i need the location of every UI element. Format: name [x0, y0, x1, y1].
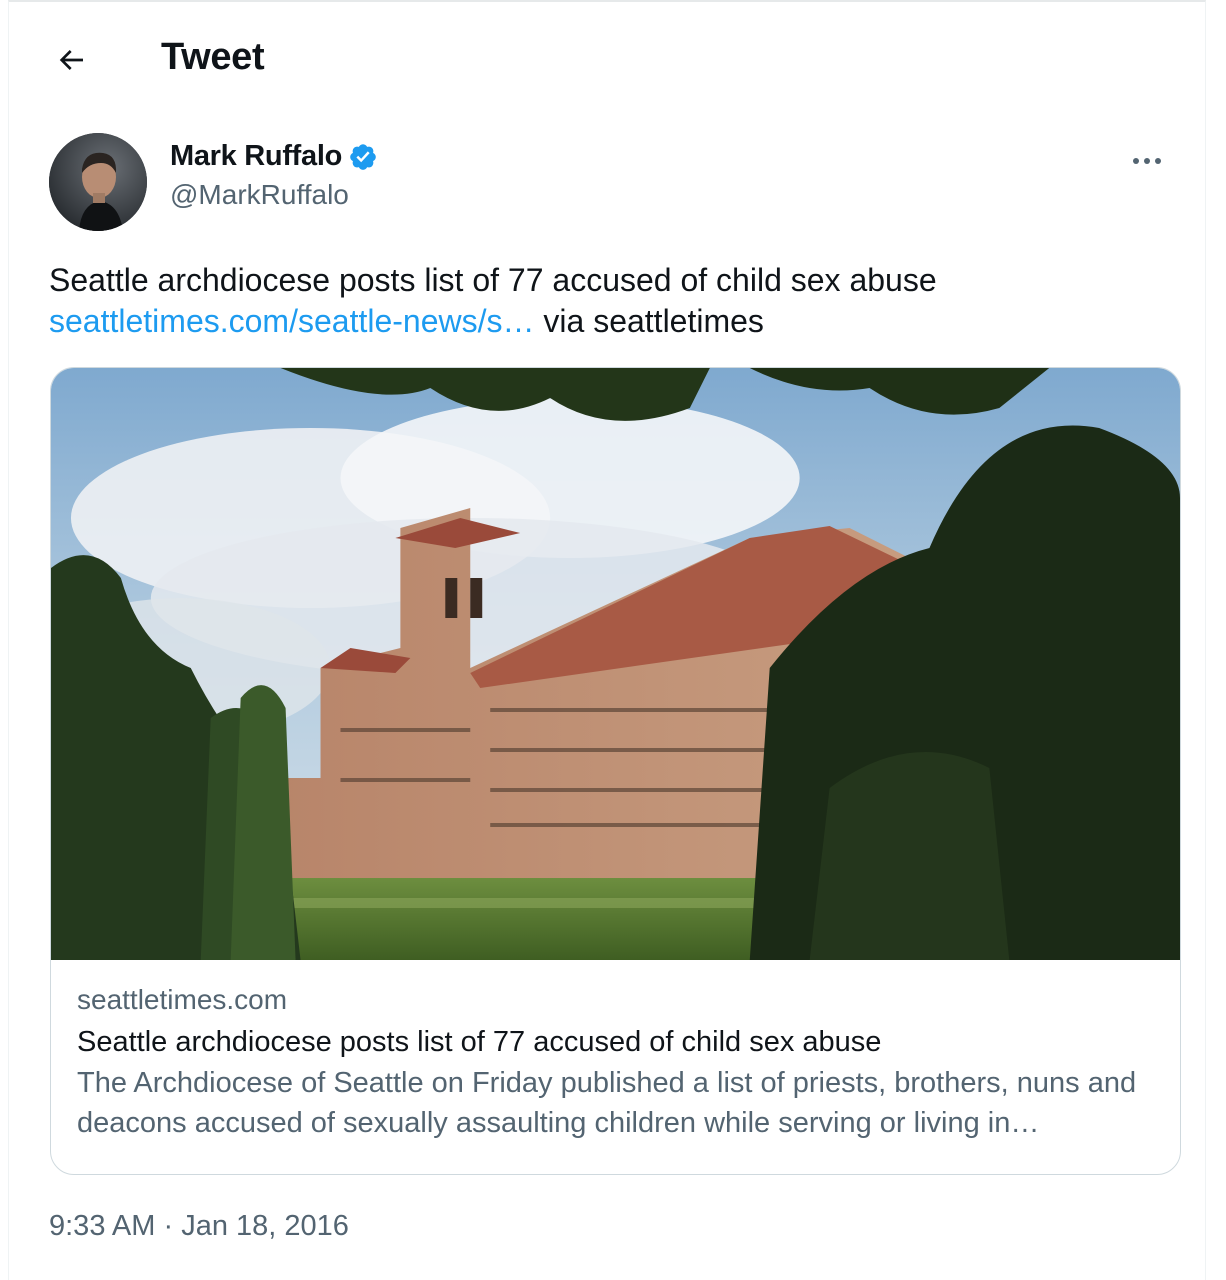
- avatar-image: [49, 133, 147, 231]
- tweet-via-text: via seattletimes: [534, 303, 764, 339]
- card-description: The Archdiocese of Seattle on Friday pub…: [77, 1067, 1137, 1139]
- timestamp-separator: ·: [155, 1210, 182, 1242]
- tweet-date[interactable]: Jan 18, 2016: [181, 1210, 349, 1242]
- tweet-page: Tweet Mark Ruffalo @MarkRuffalo Seattle …: [8, 0, 1206, 1280]
- more-options-icon: [1133, 158, 1161, 164]
- card-meta: seattletimes.com Seattle archdiocese pos…: [77, 984, 1157, 1143]
- author-block: Mark Ruffalo @MarkRuffalo: [170, 140, 378, 211]
- more-options-button[interactable]: [1125, 144, 1169, 178]
- tweet-text: Seattle archdiocese posts list of 77 acc…: [49, 260, 1189, 342]
- page-title: Tweet: [161, 36, 265, 78]
- user-handle[interactable]: @MarkRuffalo: [170, 179, 378, 211]
- tweet-text-line: Seattle archdiocese posts list of 77 acc…: [49, 262, 937, 298]
- card-title: Seattle archdiocese posts list of 77 acc…: [77, 1026, 882, 1058]
- tweet-time[interactable]: 9:33 AM: [49, 1210, 155, 1242]
- tweet-link[interactable]: seattletimes.com/seattle-news/s…: [49, 303, 535, 339]
- display-name[interactable]: Mark Ruffalo: [170, 140, 342, 173]
- back-button[interactable]: [49, 38, 93, 82]
- card-image: [51, 368, 1180, 960]
- arrow-left-icon: [59, 50, 83, 70]
- verified-badge-icon: [350, 143, 376, 170]
- link-preview-card[interactable]: seattletimes.com Seattle archdiocese pos…: [50, 367, 1181, 1175]
- card-domain: seattletimes.com: [77, 984, 288, 1015]
- display-name-row: Mark Ruffalo: [170, 140, 378, 173]
- tweet-timestamp: 9:33 AM · Jan 18, 2016: [49, 1210, 349, 1243]
- avatar[interactable]: [49, 133, 147, 231]
- top-bar: Tweet: [9, 22, 1205, 94]
